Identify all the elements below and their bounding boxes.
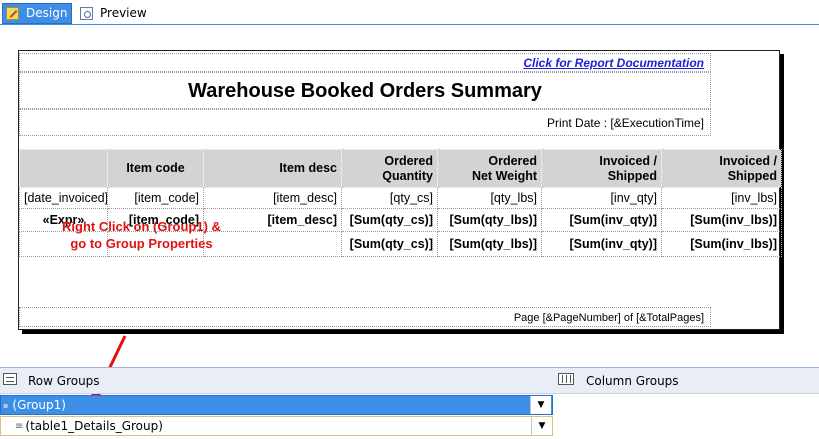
table-cell[interactable]: [inv_lbs] (661, 187, 782, 209)
tab-preview[interactable]: Preview (78, 3, 158, 24)
tab-design-label: Design (26, 6, 68, 20)
table-header-cell[interactable]: Ordered Quantity (341, 149, 438, 188)
tab-underline (0, 24, 819, 25)
column-groups-label: Column Groups (586, 374, 679, 388)
table-cell[interactable]: [qty_cs] (341, 187, 438, 209)
table-cell[interactable]: [Sum(inv_qty)] (541, 208, 662, 232)
column-groups-icon (558, 373, 574, 385)
table-cell[interactable]: [Sum(inv_lbs)] (661, 208, 782, 232)
tab-design[interactable]: Design (2, 3, 72, 24)
design-icon (6, 7, 19, 20)
table-cell[interactable]: [item_code] (107, 187, 204, 209)
table-cell[interactable]: [qty_lbs] (437, 187, 542, 209)
table-row: [date_invoiced] [item_code] [item_desc] … (19, 187, 782, 209)
table-header-cell[interactable]: Item code (107, 149, 204, 188)
report-title: Warehouse Booked Orders Summary (188, 80, 542, 102)
report-body[interactable]: Click for Report Documentation Warehouse… (18, 50, 782, 330)
group-item-label: (table1_Details_Group) (25, 419, 163, 433)
print-date: Print Date : [&ExecutionTime] (547, 116, 704, 130)
table-cell[interactable]: [Sum(inv_lbs)] (661, 231, 782, 257)
table-cell[interactable]: [Sum(qty_cs)] (341, 208, 438, 232)
table-cell[interactable]: [item_desc] (203, 187, 342, 209)
report-documentation-link[interactable]: Click for Report Documentation (19, 53, 711, 72)
annotation-line-2: go to Group Properties (70, 236, 213, 251)
table-cell[interactable]: [Sum(qty_lbs)] (437, 208, 542, 232)
details-group-icon: ≡ (15, 420, 24, 432)
table-header-cell[interactable] (19, 149, 108, 188)
tab-preview-label: Preview (100, 6, 147, 20)
table-header-cell[interactable]: Invoiced / Shipped (661, 149, 782, 188)
report-title-box[interactable]: Warehouse Booked Orders Summary (19, 72, 711, 109)
print-date-box[interactable]: Print Date : [&ExecutionTime] (19, 109, 711, 136)
table-cell[interactable]: [Sum(qty_cs)] (341, 231, 438, 257)
table-header-cell[interactable]: Item desc (203, 149, 342, 188)
row-groups-label: Row Groups (28, 374, 100, 388)
table-cell[interactable]: [inv_qty] (541, 187, 662, 209)
chevron-down-icon[interactable]: ▼ (531, 417, 552, 435)
annotation-note: Right Click on (Group1) & go to Group Pr… (44, 218, 239, 252)
table-header-row: Item code Item desc Ordered Quantity Orde… (19, 149, 782, 188)
row-groups-icon (3, 373, 17, 385)
page-footer[interactable]: Page [&PageNumber] of [&TotalPages] (19, 307, 711, 327)
group-item-label: (Group1) (12, 398, 66, 412)
group-item-group1[interactable]: ▪ (Group1) ▼ (0, 395, 553, 415)
table-cell[interactable]: [date_invoiced] (19, 187, 108, 209)
chevron-down-icon[interactable]: ▼ (530, 396, 551, 414)
group-item-details[interactable]: ≡ (table1_Details_Group) ▼ (0, 416, 553, 436)
table-header-cell[interactable]: Invoiced / Shipped (541, 149, 662, 188)
grouping-pane-header (0, 368, 819, 394)
annotation-line-1: Right Click on (Group1) & (62, 219, 221, 234)
preview-icon (80, 7, 93, 20)
table-header-cell[interactable]: Ordered Net Weight (437, 149, 542, 188)
table-cell[interactable]: [Sum(qty_lbs)] (437, 231, 542, 257)
table-cell[interactable]: [Sum(inv_qty)] (541, 231, 662, 257)
